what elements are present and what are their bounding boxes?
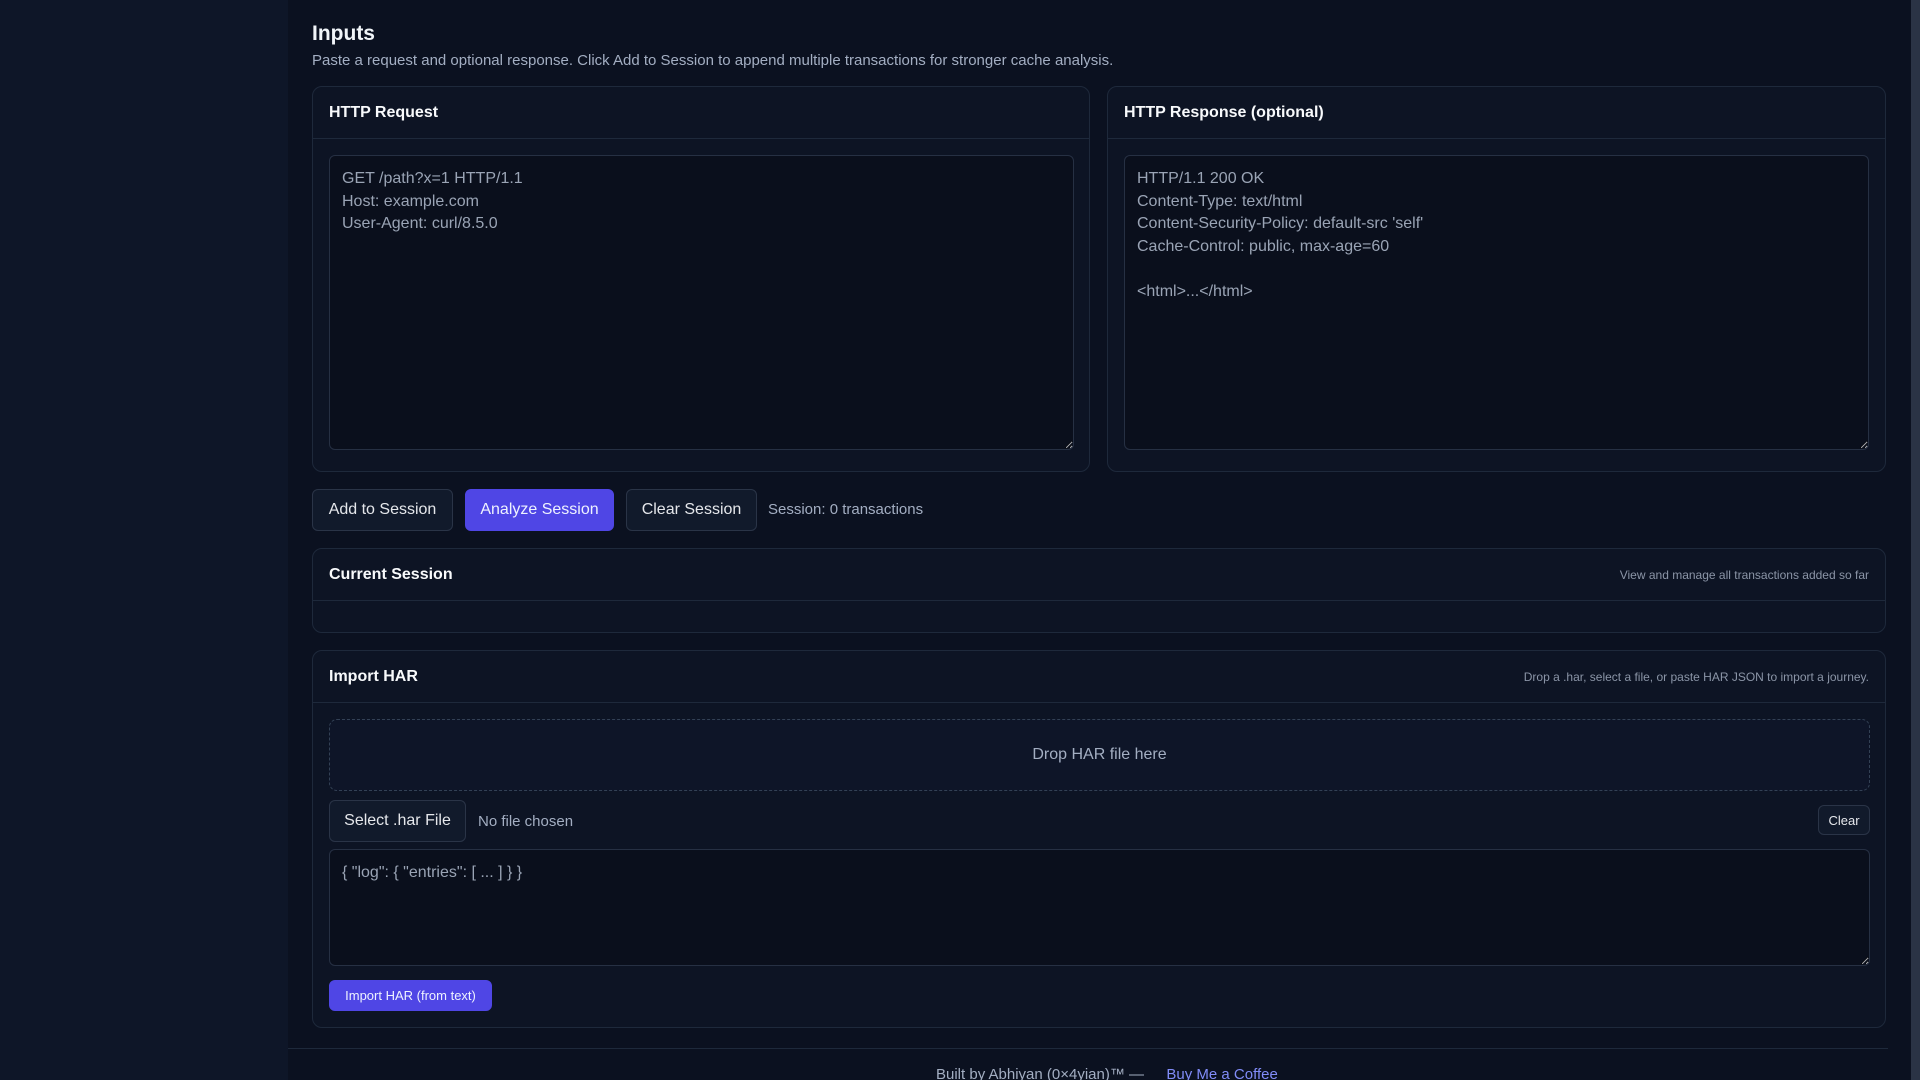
page-subtitle: Paste a request and optional response. C… xyxy=(312,52,1114,69)
har-dropzone[interactable]: Drop HAR file here xyxy=(329,719,1870,791)
current-session-title: Current Session xyxy=(329,565,453,583)
current-session-header: Current Session View and manage all tran… xyxy=(313,549,1885,601)
footer-divider xyxy=(288,1048,1888,1049)
current-session-hint: View and manage all transactions added s… xyxy=(1619,567,1869,582)
request-textarea[interactable] xyxy=(329,155,1074,450)
import-har-hint: Drop a .har, select a file, or paste HAR… xyxy=(1523,669,1869,684)
scrollbar-track[interactable] xyxy=(1911,0,1920,1080)
import-har-header: Import HAR Drop a .har, select a file, o… xyxy=(313,651,1885,703)
select-har-file-button[interactable]: Select .har File xyxy=(329,800,466,842)
footer-credit: Built by Abhiyan (0×4yian)™ — xyxy=(936,1066,1145,1080)
request-card-title: HTTP Request xyxy=(329,103,439,121)
file-status: No file chosen xyxy=(478,813,574,830)
sidebar xyxy=(0,0,288,1080)
import-har-title: Import HAR xyxy=(329,667,418,685)
clear-session-button[interactable]: Clear Session xyxy=(626,489,757,531)
session-status: Session: 0 transactions xyxy=(768,501,924,518)
import-har-text-button[interactable]: Import HAR (from text) xyxy=(329,980,492,1011)
buy-me-a-coffee-link[interactable]: Buy Me a Coffee xyxy=(1166,1066,1277,1080)
response-card-title: HTTP Response (optional) xyxy=(1124,103,1324,121)
clear-har-button[interactable]: Clear xyxy=(1818,805,1870,835)
analyze-session-button[interactable]: Analyze Session xyxy=(465,489,614,531)
add-to-session-button[interactable]: Add to Session xyxy=(312,489,453,531)
current-session-card: Current Session View and manage all tran… xyxy=(312,548,1886,633)
response-card-header: HTTP Response (optional) xyxy=(1108,87,1885,139)
response-card: HTTP Response (optional) xyxy=(1107,86,1886,472)
response-textarea[interactable] xyxy=(1124,155,1869,450)
request-card: HTTP Request xyxy=(312,86,1090,472)
page-title: Inputs xyxy=(312,22,375,45)
import-har-card: Import HAR Drop a .har, select a file, o… xyxy=(312,650,1886,1028)
request-card-header: HTTP Request xyxy=(313,87,1089,139)
har-json-textarea[interactable] xyxy=(329,849,1870,966)
scrollbar-thumb[interactable] xyxy=(1911,0,1920,1080)
footer: Built by Abhiyan (0×4yian)™ — Buy Me a C… xyxy=(936,1066,1278,1080)
